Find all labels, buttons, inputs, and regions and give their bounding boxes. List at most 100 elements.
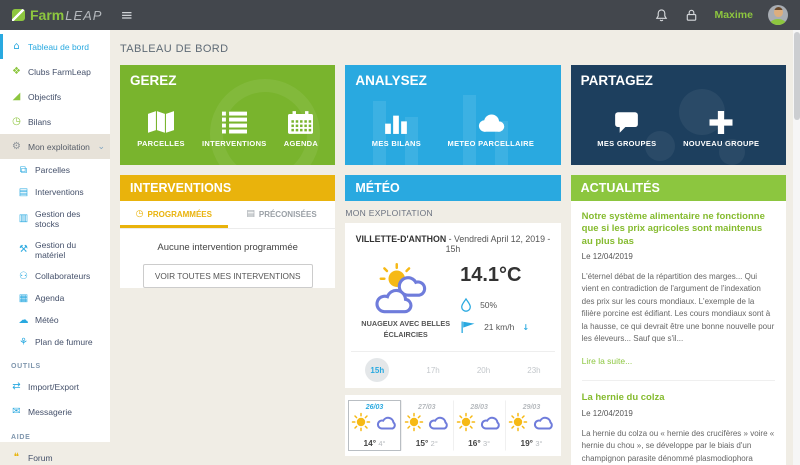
meteo-datetime: - Vendredi April 12, 2019 - 15h (445, 234, 551, 254)
sidebar-item-icon: ▥ (18, 213, 29, 224)
shortcut-meteo-parcellaire[interactable]: METEO PARCELLAIRE (448, 111, 535, 154)
forecast-date: 26/03 (365, 404, 384, 411)
view-all-interventions-button[interactable]: VOIR TOUTES MES INTERVENTIONS (142, 264, 313, 288)
interventions-tabs: ◷ PROGRAMMÉES ▤ PRÉCONISÉES (120, 201, 336, 229)
hamburger-menu-icon[interactable]: ≡ (120, 6, 133, 24)
user-avatar[interactable] (768, 5, 788, 25)
sidebar-item-label: Tableau de bord (28, 41, 89, 52)
farmleap-logo[interactable]: Farm LEAP (12, 7, 102, 23)
news-excerpt: L'éternel débat de la répartition des ma… (581, 272, 775, 343)
forecast-weather-icon (351, 412, 397, 437)
sidebar-item[interactable]: ❝ Forum (0, 445, 110, 465)
main-content: TABLEAU DE BORD GEREZ PARCELLES INTERVEN… (110, 30, 800, 465)
hour-option[interactable]: 15h (365, 358, 390, 382)
news-date: Le 12/04/2019 (581, 408, 633, 418)
forecast-weather-icon (404, 412, 450, 437)
sidebar-item-label: Import/Export (28, 381, 80, 392)
forecast-temps: 19° 3° (520, 438, 543, 448)
actualites-panel: ACTUALITÉS Notre système alimentaire ne … (570, 175, 786, 465)
chevron-down-icon: ⌄ (97, 141, 105, 152)
sidebar-item[interactable]: ⌂ Tableau de bord (0, 34, 110, 59)
news-title[interactable]: La hernie du colza (582, 392, 775, 404)
sun-clouds-icon (375, 263, 426, 314)
scrollbar-thumb[interactable] (793, 32, 800, 120)
news-date: Le 12/04/2019 (581, 252, 633, 262)
sidebar-subitem[interactable]: ▥ Gestion des stocks (0, 203, 110, 234)
humidity-row: 50% (460, 297, 555, 312)
shortcut-label: AGENDA (283, 139, 319, 148)
sidebar-subitem[interactable]: ⚘ Plan de fumure (0, 331, 110, 353)
weather-condition: NUAGEUX AVEC BELLES ÉCLAIRCIES (361, 319, 451, 339)
bar-chart-icon (385, 115, 408, 134)
forecast-date: 29/03 (522, 404, 541, 411)
shortcut-interventions[interactable]: INTERVENTIONS (202, 111, 267, 154)
list-icon: ▤ (246, 209, 255, 219)
sidebar-item-icon: ⧉ (19, 164, 28, 176)
calendar-icon (288, 111, 314, 134)
sidebar-item-label: Objectifs (28, 91, 62, 102)
logo-text-farm: Farm (30, 7, 65, 23)
card-items: MES BILANS METEO PARCELLAIRE (345, 90, 560, 154)
shortcut-nouveau-groupe[interactable]: NOUVEAU GROUPE (683, 111, 759, 154)
username[interactable]: Maxime (714, 9, 753, 21)
sidebar-section-aide: AIDE (11, 434, 31, 441)
sidebar-subitem[interactable]: ⚇ Collaborateurs (0, 265, 110, 287)
sidebar-subitem[interactable]: ⚒ Gestion du matériel (0, 234, 110, 265)
read-more-link[interactable]: Lire la suite... (582, 356, 633, 366)
humidity-value: 50% (480, 299, 498, 310)
tab-label: PROGRAMMÉES (147, 209, 212, 219)
sidebar-item-label: Forum (28, 452, 53, 463)
meteo-location: VILLETTE-D'ANTHON (355, 234, 447, 244)
shortcut-label: PARCELLES (137, 139, 185, 148)
interventions-panel: INTERVENTIONS ◷ PROGRAMMÉES ▤ PRÉCONISÉE… (120, 175, 336, 465)
bell-icon[interactable] (654, 8, 669, 23)
sidebar-item[interactable]: ✉ Messagerie (0, 399, 110, 424)
sidebar-item-label: Parcelles (35, 165, 70, 175)
empty-interventions-message: Aucune intervention programmée (157, 242, 298, 253)
hour-option[interactable]: 17h (426, 366, 439, 375)
news-title[interactable]: Notre système alimentaire ne fonctionne … (582, 211, 775, 248)
card-items: PARCELLES INTERVENTIONS AGENDA (120, 90, 335, 154)
actualites-panel-title: ACTUALITÉS (570, 175, 786, 201)
card-title: GEREZ (130, 73, 177, 88)
sidebar-item[interactable]: ⇄ Import/Export (0, 374, 110, 399)
sidebar-group-main: ⌂ Tableau de bord ❖ Clubs FarmLeap ◢ Obj… (0, 34, 110, 134)
forecast-temps: 16° 3° (468, 438, 491, 448)
sidebar-item[interactable]: ◢ Objectifs (0, 84, 110, 109)
hour-option[interactable]: 23h (527, 366, 540, 375)
tab-preconisees[interactable]: ▤ PRÉCONISÉES (228, 201, 336, 228)
card-partagez: PARTAGEZ MES GROUPES NOUVEAU GROUPE (570, 65, 786, 165)
sidebar-item-label: Interventions (35, 187, 84, 197)
sidebar-item-label: Agenda (35, 293, 65, 303)
sidebar-item-icon: ▦ (18, 292, 29, 304)
sidebar-subitem[interactable]: ☁ Météo (0, 309, 110, 331)
sidebar-subitem[interactable]: ▦ Agenda (0, 287, 110, 309)
droplet-icon (461, 297, 472, 312)
forecast-day[interactable]: 29/03 19° 3° (505, 400, 557, 451)
shortcut-agenda[interactable]: AGENDA (284, 111, 318, 154)
sidebar-item-label: Collaborateurs (35, 271, 91, 281)
sidebar-subitem[interactable]: ⧉ Parcelles (0, 159, 110, 181)
forecast-day[interactable]: 27/03 15° 2° (400, 400, 453, 451)
forecast-day[interactable]: 26/03 14° 4° (348, 400, 401, 451)
lock-icon[interactable] (684, 8, 699, 23)
news-article: La hernie du colza Le 12/04/2019 La hern… (581, 380, 775, 465)
card-analysez: ANALYSEZ MES BILANS METEO PARCELLAIRE (345, 65, 561, 165)
header-right: Maxime (654, 5, 788, 25)
sidebar-subitem[interactable]: ▤ Interventions (0, 181, 110, 203)
interventions-panel-title: INTERVENTIONS (120, 175, 336, 201)
sidebar-item-mon-exploitation[interactable]: ⚙ Mon exploitation ⌄ (0, 134, 110, 159)
meteo-section-label: MON EXPLOITATION (345, 208, 433, 218)
shortcut-mes-groupes[interactable]: MES GROUPES (597, 111, 656, 154)
shortcut-parcelles[interactable]: PARCELLES (137, 111, 185, 154)
sidebar-item-label: Messagerie (28, 406, 72, 417)
tab-programmees[interactable]: ◷ PROGRAMMÉES (120, 201, 228, 228)
sidebar-item[interactable]: ◷ Bilans (0, 109, 110, 134)
sidebar-item[interactable]: ❖ Clubs FarmLeap (0, 59, 110, 84)
hour-option[interactable]: 20h (477, 366, 490, 375)
shortcut-mes-bilans[interactable]: MES BILANS (372, 111, 421, 154)
forecast-day[interactable]: 28/03 16° 3° (452, 400, 505, 451)
wind-flag-icon (461, 321, 475, 333)
meteo-location-line: VILLETTE-D'ANTHON - Vendredi April 12, 2… (351, 234, 554, 254)
forecast-date: 28/03 (470, 404, 488, 411)
